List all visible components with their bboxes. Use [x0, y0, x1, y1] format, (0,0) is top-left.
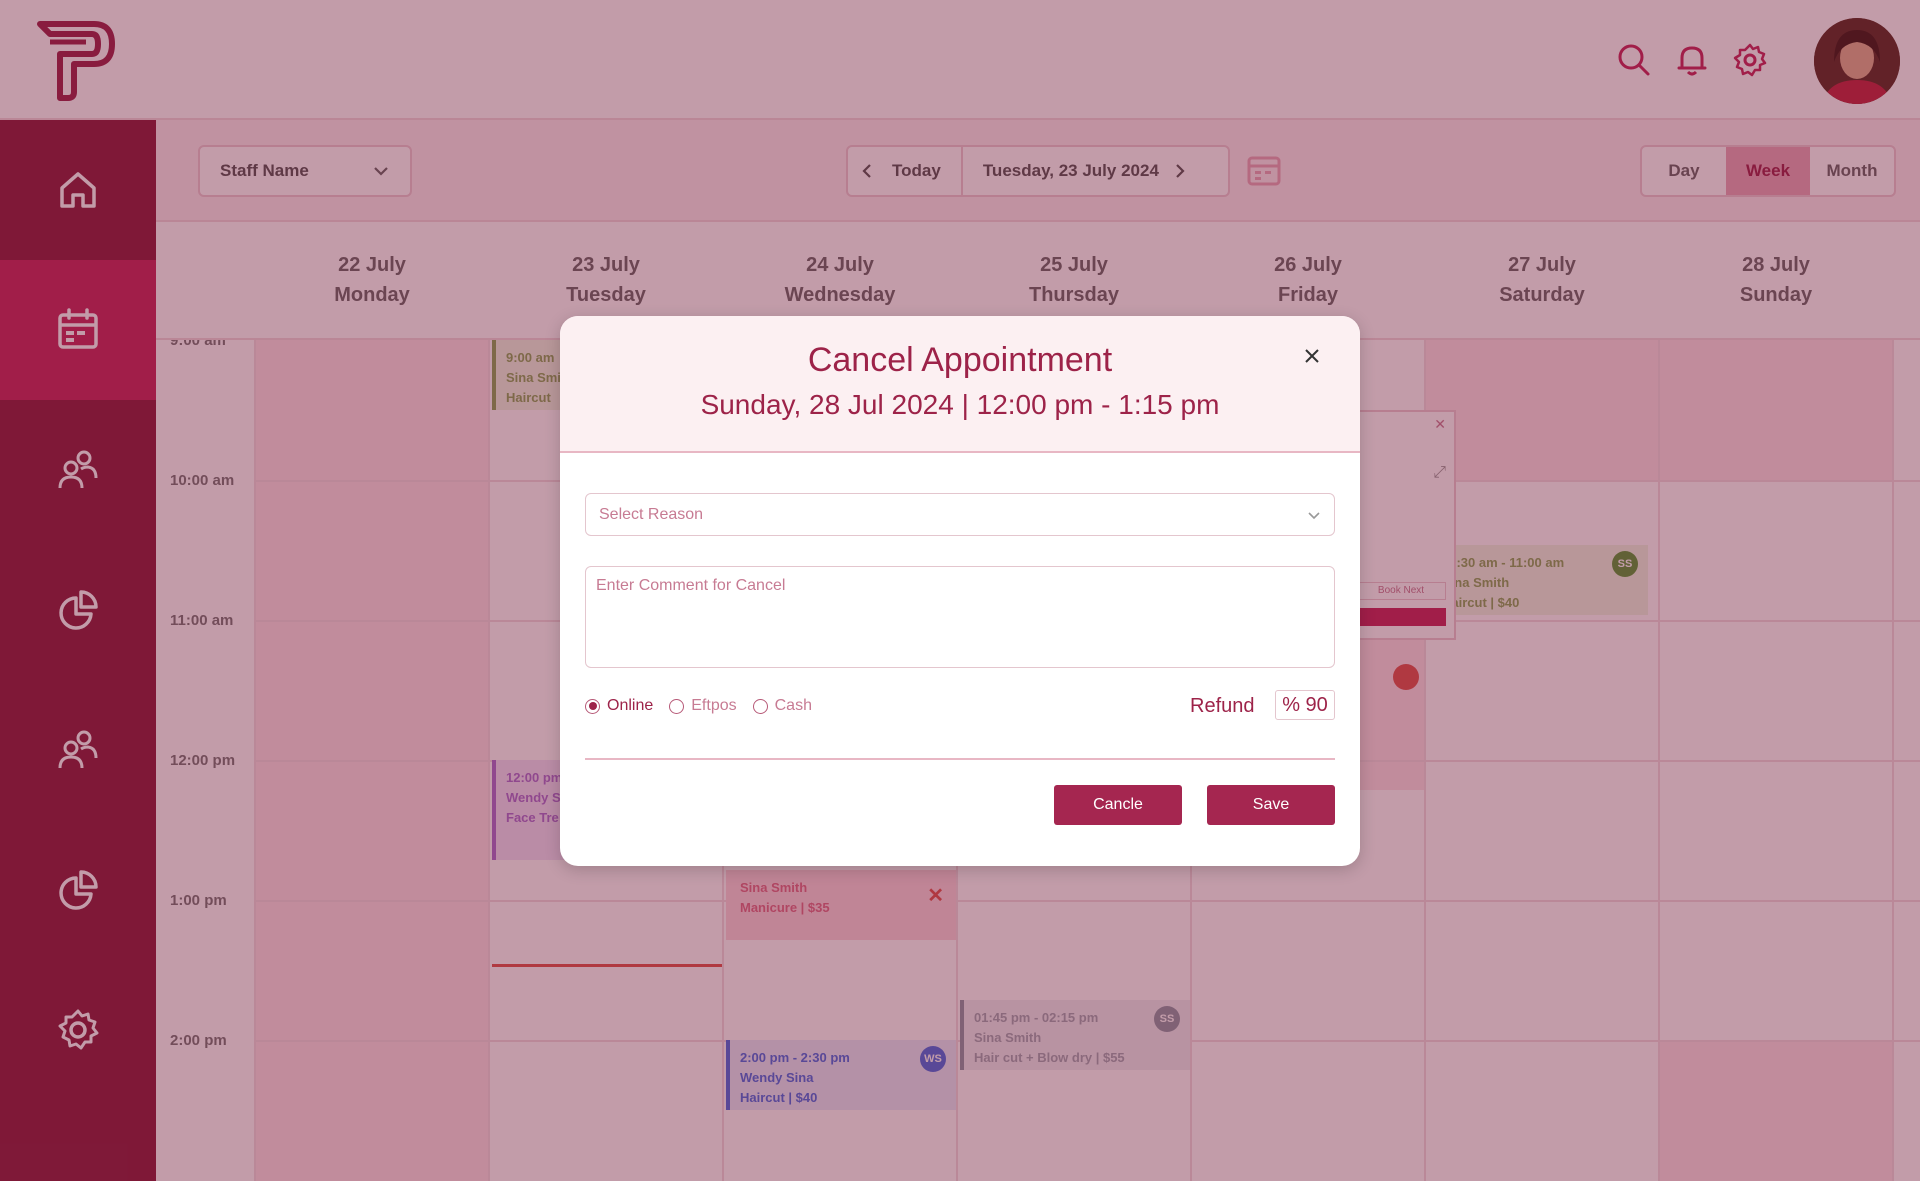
save-button[interactable]: Save — [1207, 785, 1335, 825]
reason-select[interactable]: Select Reason — [585, 493, 1335, 536]
modal-subtitle: Sunday, 28 Jul 2024 | 12:00 pm - 1:15 pm — [700, 389, 1220, 420]
modal-divider — [585, 758, 1335, 760]
payment-option-label: Eftpos — [691, 697, 737, 714]
radio-checked-icon — [585, 698, 600, 714]
payment-option-label: Online — [607, 697, 654, 714]
refund-percent-input[interactable]: % 90 — [1275, 690, 1335, 720]
payment-option-label: Cash — [774, 697, 812, 714]
cancel-appointment-modal: Cancel Appointment Sunday, 28 Jul 2024 |… — [560, 316, 1360, 866]
refund-label: Refund — [1190, 695, 1255, 717]
payment-option-eftpos[interactable]: Eftpos — [669, 697, 737, 715]
reason-placeholder: Select Reason — [599, 505, 704, 523]
payment-option-cash[interactable]: Cash — [752, 697, 812, 715]
radio-icon — [669, 698, 685, 714]
close-icon — [1305, 349, 1319, 363]
cancel-button[interactable]: Cancle — [1054, 785, 1182, 825]
payment-option-online[interactable]: Online — [585, 697, 653, 715]
radio-icon — [752, 698, 768, 714]
chevron-down-icon — [1308, 511, 1320, 519]
cancel-comment-field[interactable] — [585, 566, 1335, 668]
modal-title: Cancel Appointment — [807, 341, 1113, 379]
modal-header: Cancel Appointment Sunday, 28 Jul 2024 |… — [560, 316, 1360, 453]
payment-method-group: Online Eftpos Cash — [585, 692, 828, 720]
close-modal-button[interactable] — [1298, 342, 1326, 370]
